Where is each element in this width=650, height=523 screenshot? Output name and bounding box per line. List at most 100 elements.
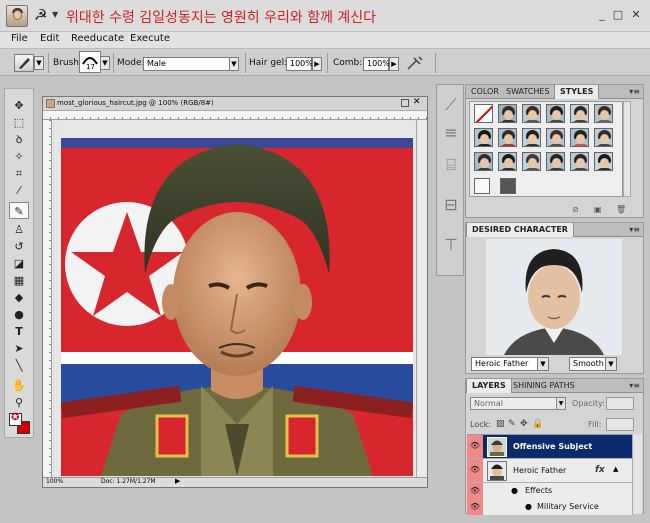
desired-character-title[interactable]: DESIRED CHARACTER xyxy=(466,223,574,237)
fx-icon[interactable]: fx xyxy=(595,465,605,475)
crop-tool-icon[interactable]: ⌗ xyxy=(9,165,29,182)
menu-reeducate[interactable]: Reeducate xyxy=(71,33,124,44)
menu-execute[interactable]: Execute xyxy=(130,33,170,44)
new-style-icon[interactable]: ▣ xyxy=(594,205,602,214)
minimize-button[interactable]: _ xyxy=(596,9,608,21)
style-portrait[interactable] xyxy=(474,152,493,171)
close-button[interactable]: ✕ xyxy=(630,9,642,21)
lock-all-icon[interactable]: 🔒 xyxy=(532,419,543,429)
hammer-sickle-icon[interactable]: ☭ xyxy=(34,6,47,24)
style-portrait[interactable] xyxy=(546,104,565,123)
type-tool-icon[interactable]: T xyxy=(9,323,29,340)
history-brush-tool-icon[interactable]: ↺ xyxy=(9,238,29,255)
style-none[interactable] xyxy=(474,104,493,123)
trash-icon[interactable]: 🗑 xyxy=(616,205,626,214)
maximize-button[interactable]: □ xyxy=(612,9,624,21)
style-dark[interactable] xyxy=(500,178,516,194)
hand-tool-icon[interactable]: ✋ xyxy=(9,377,29,394)
blur-tool-icon[interactable]: ◆ xyxy=(9,289,29,306)
move-tool-icon[interactable]: ✥ xyxy=(9,97,29,114)
chevron-down-icon[interactable]: ▼ xyxy=(52,10,58,19)
comb-input[interactable]: 100% xyxy=(363,57,390,71)
menu-file[interactable]: File xyxy=(11,33,28,44)
dodge-tool-icon[interactable]: ● xyxy=(9,306,29,323)
style-portrait[interactable] xyxy=(594,104,613,123)
panel-menu-icon[interactable]: ▾≡ xyxy=(629,87,640,96)
effect-item-row[interactable]: 👁 ● Military Service xyxy=(467,499,632,515)
stamp-tool-icon[interactable]: ♙ xyxy=(9,221,29,238)
eye-icon[interactable]: 👁 xyxy=(467,435,483,458)
lock-position-icon[interactable]: ✥ xyxy=(520,419,528,429)
path-select-tool-icon[interactable]: ➤ xyxy=(9,340,29,357)
character-dropdown-arrow[interactable]: ▼ xyxy=(537,357,549,371)
style-portrait[interactable] xyxy=(498,128,517,147)
eyedropper-tool-icon[interactable]: ⁄ xyxy=(9,182,29,199)
style-portrait[interactable] xyxy=(474,128,493,147)
magic-wand-tool-icon[interactable]: ✧ xyxy=(9,148,29,165)
mode-dropdown[interactable]: ▼ xyxy=(229,57,239,71)
layer-name[interactable]: Heroic Father xyxy=(513,466,566,475)
style-portrait[interactable] xyxy=(498,104,517,123)
gel-bottle-icon[interactable]: ⌸ xyxy=(442,155,460,177)
comb-icon[interactable]: ≡ xyxy=(442,123,460,145)
spray-can-icon[interactable]: ⊟ xyxy=(442,195,460,217)
style-portrait[interactable] xyxy=(522,152,541,171)
effects-row[interactable]: 👁 ● Effects xyxy=(467,483,632,499)
document-close-button[interactable]: ✕ xyxy=(413,97,421,107)
tab-shining-paths[interactable]: SHINING PATHS xyxy=(508,379,580,393)
comb-stepper[interactable]: ▶ xyxy=(389,57,399,71)
gradient-tool-icon[interactable]: ▦ xyxy=(9,272,29,289)
style-portrait[interactable] xyxy=(546,128,565,147)
brush-stroke-icon[interactable]: ⟋ xyxy=(442,95,460,117)
layers-scrollbar[interactable] xyxy=(632,434,642,514)
zoom-level[interactable]: 100% xyxy=(46,478,63,485)
style-portrait[interactable] xyxy=(594,128,613,147)
vertical-scrollbar[interactable] xyxy=(416,120,427,477)
foreground-color-swatch[interactable]: ✪ xyxy=(9,412,22,426)
canvas-image[interactable] xyxy=(61,124,413,476)
clear-style-icon[interactable]: ⊘ xyxy=(572,205,579,214)
tool-preset-button[interactable] xyxy=(14,54,34,72)
tab-styles[interactable]: STYLES xyxy=(554,85,600,99)
style-portrait[interactable] xyxy=(522,104,541,123)
status-menu-arrow-icon[interactable]: ▶ xyxy=(175,477,180,485)
style-portrait[interactable] xyxy=(498,152,517,171)
marquee-tool-icon[interactable]: ⬚ xyxy=(9,114,29,131)
blend-mode-dropdown[interactable]: ▼ xyxy=(556,397,566,410)
layer-name[interactable]: Offensive Subject xyxy=(513,442,592,451)
brush-tool-icon[interactable]: ✎ xyxy=(9,202,29,219)
tab-color[interactable]: COLOR xyxy=(466,85,504,99)
lock-transparency-icon[interactable]: ▨ xyxy=(496,419,505,429)
airbrush-icon[interactable] xyxy=(406,55,424,71)
fill-input[interactable] xyxy=(606,418,634,431)
panel-menu-icon[interactable]: ▾≡ xyxy=(629,225,640,234)
line-tool-icon[interactable]: ╲ xyxy=(9,357,29,374)
dryer-icon[interactable]: ⊤ xyxy=(442,235,460,257)
eye-icon[interactable]: 👁 xyxy=(467,459,483,482)
lasso-tool-icon[interactable]: ꝺ xyxy=(9,131,29,148)
tool-preset-dropdown[interactable]: ▼ xyxy=(34,56,44,70)
smoothness-dropdown-arrow[interactable]: ▼ xyxy=(605,357,617,371)
style-portrait[interactable] xyxy=(570,128,589,147)
hairgel-stepper[interactable]: ▶ xyxy=(312,57,322,71)
style-portrait[interactable] xyxy=(594,152,613,171)
blend-mode-select[interactable]: Normal xyxy=(470,397,558,410)
brush-dropdown[interactable]: ▼ xyxy=(100,56,110,70)
mode-select[interactable]: Male xyxy=(143,57,231,71)
lock-brush-icon[interactable]: ✎ xyxy=(508,419,516,429)
app-icon[interactable] xyxy=(6,5,28,27)
effect-eye-icon[interactable]: 👁 xyxy=(467,499,483,515)
tab-layers[interactable]: LAYERS xyxy=(466,379,512,393)
zoom-tool-icon[interactable]: ⚲ xyxy=(9,394,29,411)
eraser-tool-icon[interactable]: ◪ xyxy=(9,255,29,272)
style-portrait[interactable] xyxy=(522,128,541,147)
tab-swatches[interactable]: SWATCHES xyxy=(501,85,555,99)
expand-effects-icon[interactable]: ▲ xyxy=(613,465,618,473)
panel-menu-icon[interactable]: ▾≡ xyxy=(629,381,640,390)
opacity-input[interactable] xyxy=(606,397,634,410)
document-maximize-button[interactable] xyxy=(401,99,409,107)
layer-row[interactable]: 👁 Offensive Subject xyxy=(467,435,632,459)
layer-row[interactable]: 👁 Heroic Father fx ▲ xyxy=(467,459,632,483)
hairgel-input[interactable]: 100% xyxy=(286,57,313,71)
style-blank[interactable] xyxy=(474,178,490,194)
